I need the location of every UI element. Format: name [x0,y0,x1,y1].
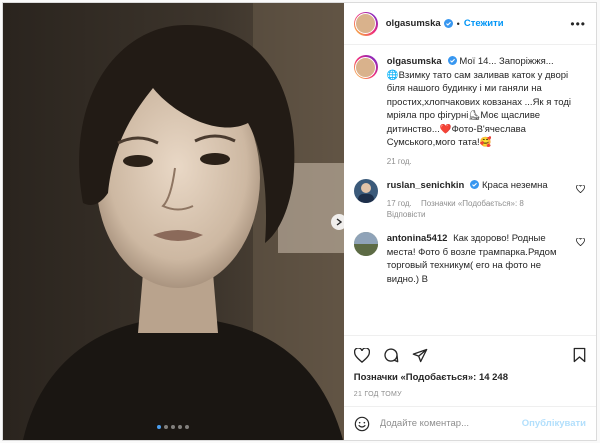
carousel-dot [157,425,162,429]
reply-button[interactable]: Відповісти [387,210,426,219]
comment-item: ruslan_senichkin Краса неземна 17 год. П… [353,178,586,221]
carousel-indicator [3,425,344,429]
publish-button[interactable]: Опублікувати [522,418,586,429]
comments-list[interactable]: olgasumska Мої 14... Запоріжжя... 🌐Взимк… [344,45,596,335]
header-separator: • [456,18,460,29]
caption-time[interactable]: 21 год. [387,157,412,166]
next-photo-button[interactable] [331,214,344,230]
commenter-avatar[interactable] [353,232,378,256]
caption-text: Мої 14... Запоріжжя... 🌐Взимку тато сам … [386,56,571,148]
heart-outline-icon [576,238,585,246]
post-sidebar: olgasumska • Стежити ••• olgasumska Мої … [343,3,596,440]
comment-input[interactable] [379,418,512,429]
commenter-username[interactable]: ruslan_senichkin [387,180,465,191]
author-username[interactable]: olgasumska [386,18,441,29]
commenter-username[interactable]: antonina5412 [387,233,448,244]
carousel-dot [178,425,183,429]
carousel-dot [185,425,190,429]
comment-time[interactable]: 17 год. [387,199,412,208]
like-comment-button[interactable] [576,179,586,221]
post-header: olgasumska • Стежити ••• [343,3,596,45]
caption-username[interactable]: olgasumska [387,56,442,67]
post-photo[interactable] [3,3,344,440]
comment-item: antonina5412 Как здорово! Родные места! … [353,232,586,286]
author-avatar[interactable] [353,55,378,79]
verified-badge-icon [447,56,457,65]
post-time-ago[interactable]: 21 год тому [354,391,586,398]
commenter-avatar[interactable] [353,178,378,203]
follow-button[interactable]: Стежити [464,18,504,29]
comment-icon[interactable] [383,347,399,363]
carousel-dot [164,425,169,429]
heart-outline-icon [576,184,585,193]
caption: olgasumska Мої 14... Запоріжжя... 🌐Взимк… [353,55,586,167]
verified-badge-icon [470,179,480,189]
verified-badge-icon [443,19,453,28]
likes-count[interactable]: Позначки «Подобається»: 14 248 [354,372,586,383]
portrait-image [3,3,344,440]
post-actions: Позначки «Подобається»: 14 248 21 год то… [343,335,596,398]
like-heart-icon[interactable] [353,347,370,363]
chevron-right-icon [336,218,342,226]
carousel-dot [171,425,176,429]
more-options-button[interactable]: ••• [570,17,586,31]
emoji-icon[interactable] [354,416,370,432]
comment-text: Краса неземна [482,179,548,191]
instagram-post: olgasumska • Стежити ••• olgasumska Мої … [2,2,597,441]
add-comment-bar: Опублікувати [343,406,596,440]
like-comment-button[interactable] [576,232,586,286]
share-icon[interactable] [412,348,428,363]
comment-likes[interactable]: Позначки «Подобається»: 8 [421,199,524,208]
save-bookmark-icon[interactable] [573,347,586,363]
author-avatar[interactable] [353,11,378,36]
